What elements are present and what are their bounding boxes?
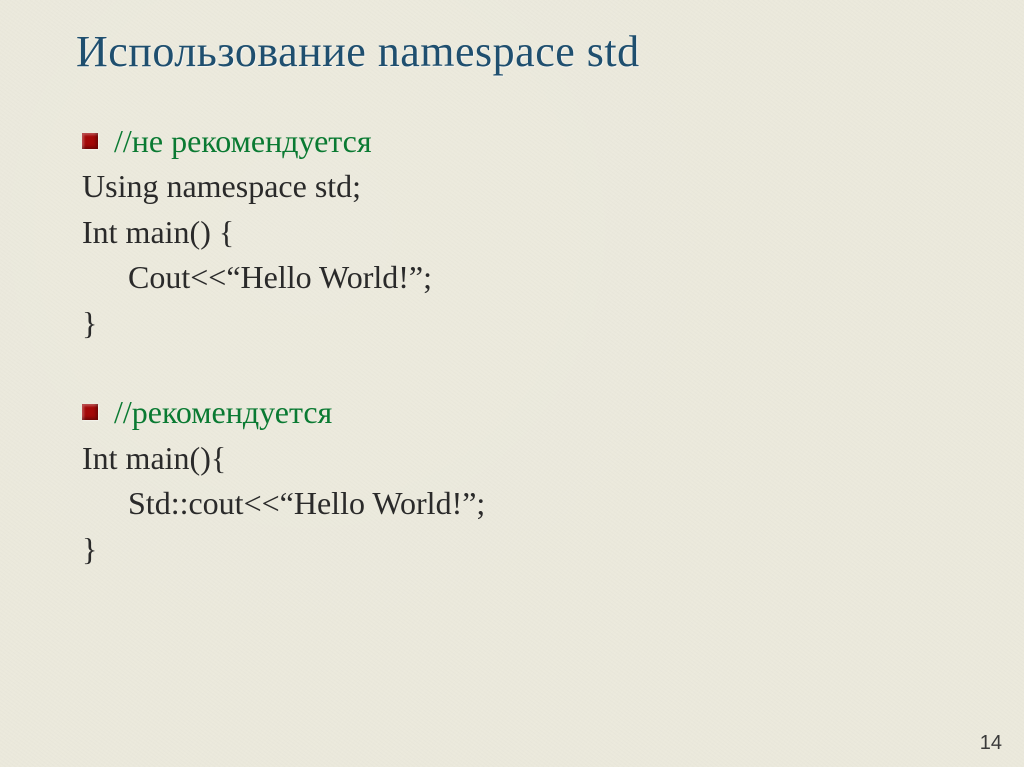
page-number: 14 xyxy=(980,732,1002,755)
code-line: Int main(){ xyxy=(82,436,952,481)
code-line: Int main() { xyxy=(82,210,952,255)
spacer xyxy=(72,346,952,390)
comment-not-recommended: //не рекомендуется xyxy=(114,119,372,164)
code-line: Using namespace std; xyxy=(82,164,952,209)
slide-title: Использование namespace std xyxy=(76,26,952,77)
slide-body: //не рекомендуется Using namespace std; … xyxy=(72,119,952,572)
comment-recommended: //рекомендуется xyxy=(114,390,332,435)
square-bullet-icon xyxy=(82,404,98,420)
code-line: } xyxy=(82,527,952,572)
code-line: } xyxy=(82,301,952,346)
bullet-item-recommended: //рекомендуется xyxy=(82,390,952,435)
bullet-item-not-recommended: //не рекомендуется xyxy=(82,119,952,164)
slide: Использование namespace std //не рекомен… xyxy=(0,0,1024,767)
code-line: Std::cout<<“Hello World!”; xyxy=(128,481,952,526)
code-line: Cout<<“Hello World!”; xyxy=(128,255,952,300)
square-bullet-icon xyxy=(82,133,98,149)
